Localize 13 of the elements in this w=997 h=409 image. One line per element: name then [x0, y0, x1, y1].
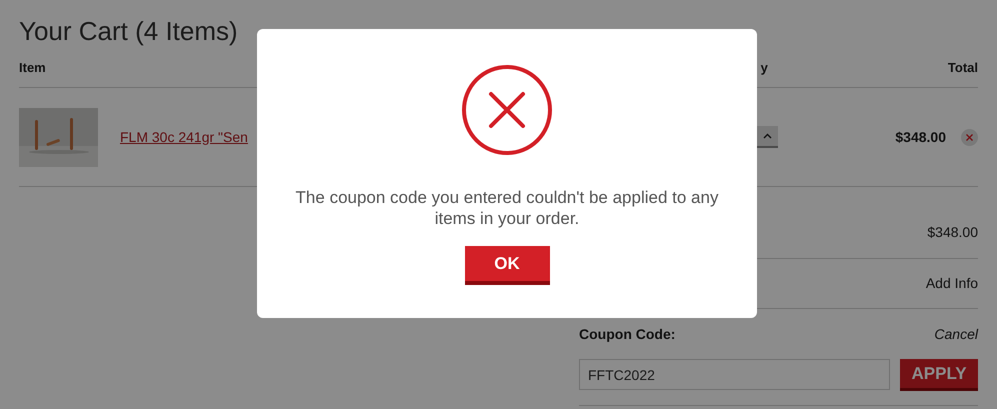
coupon-label: Coupon Code: — [579, 324, 676, 344]
page-title: Your Cart (4 Items) — [19, 15, 239, 48]
ok-button[interactable]: OK — [464, 246, 550, 285]
column-header: Item — [19, 58, 46, 77]
column-header: Total — [948, 58, 978, 77]
subtotal-value: $348.00 — [927, 223, 978, 242]
column-header: y — [760, 58, 768, 77]
coupon-field[interactable]: FFTC2022 — [579, 359, 890, 390]
cancel-link[interactable]: Cancel — [934, 324, 978, 344]
line-total: $348.00 — [895, 128, 946, 146]
add-info-link[interactable]: Add Info — [926, 273, 978, 294]
apply-button[interactable]: APPLY — [900, 359, 978, 391]
alert-message: The coupon code you entered couldn't be applied to any items in your order. — [294, 187, 720, 229]
